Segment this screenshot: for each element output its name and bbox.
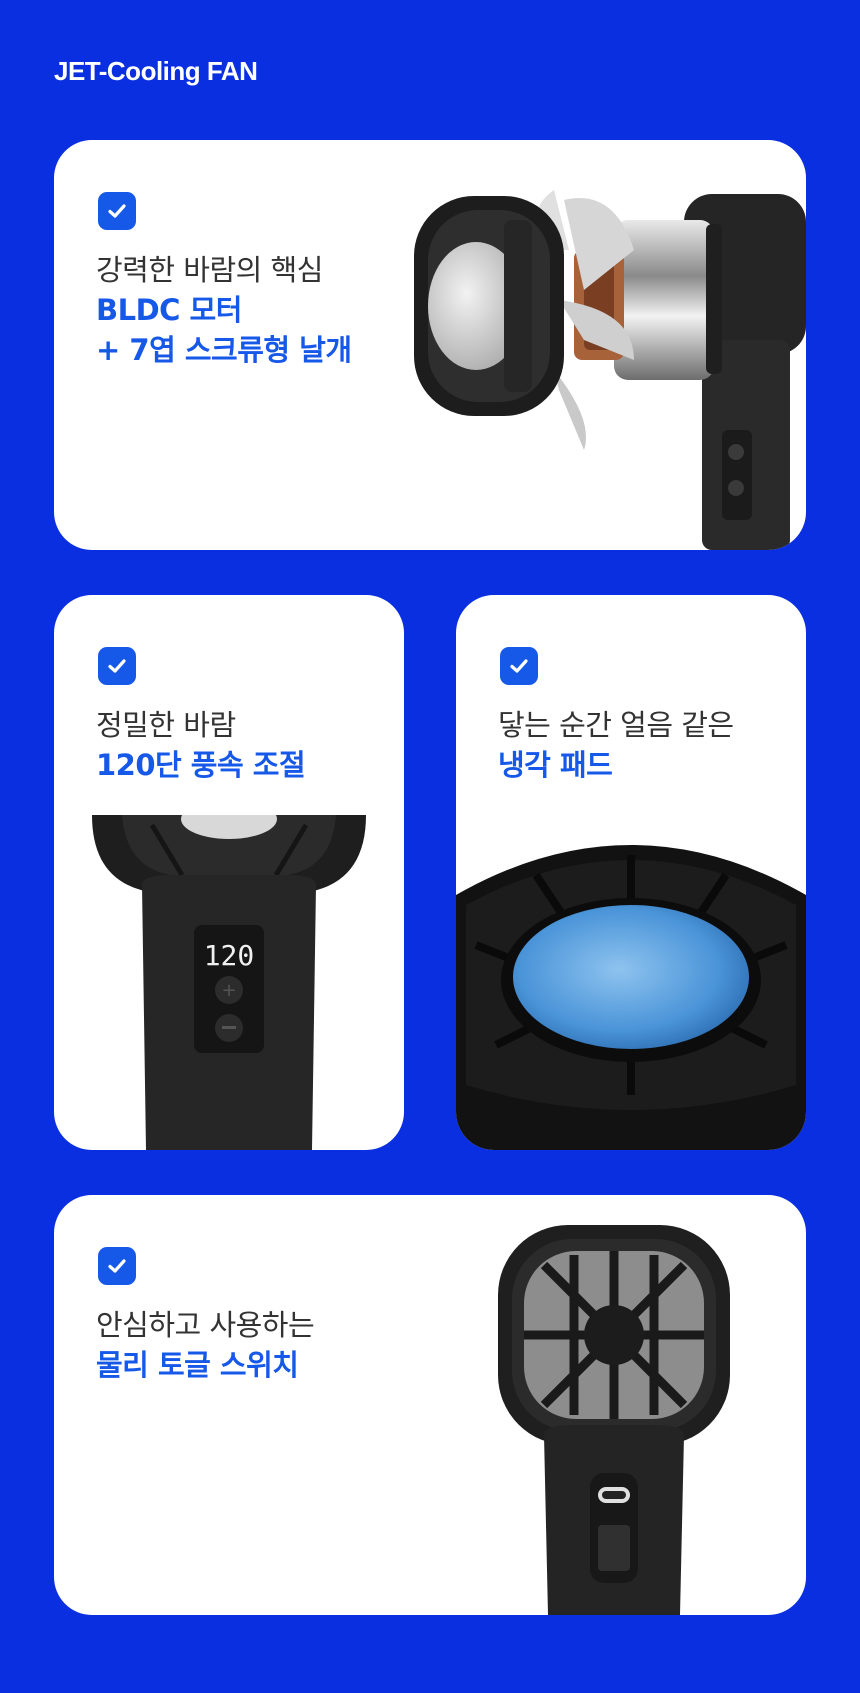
cooling-pad-illustration — [456, 845, 806, 1150]
motor-illustration — [414, 190, 806, 550]
check-icon — [98, 192, 136, 230]
card-highlight: 물리 토글 스위치 — [96, 1348, 299, 1382]
card-subtitle: 안심하고 사용하는 — [96, 1308, 315, 1342]
card-subtitle: 강력한 바람의 핵심 — [96, 253, 323, 287]
svg-text:+: + — [221, 980, 236, 1001]
check-icon — [98, 1247, 136, 1285]
speed-display: 120 — [204, 939, 255, 972]
fan-switch-illustration — [498, 1225, 730, 1615]
card-highlight: BLDC 모터 — [96, 293, 242, 327]
check-icon — [500, 647, 538, 685]
brand-title: JET-Cooling FAN — [54, 56, 258, 86]
feature-card-switch: 안심하고 사용하는 물리 토글 스위치 — [54, 1195, 806, 1615]
card-highlight: 120단 풍속 조절 — [96, 748, 306, 782]
card-subtitle: 정밀한 바람 — [96, 708, 236, 742]
feature-card-motor: 강력한 바람의 핵심 BLDC 모터 + 7엽 스크류형 날개 — [54, 140, 806, 550]
card-subtitle: 닿는 순간 얼음 같은 — [498, 708, 734, 742]
feature-card-speed: 정밀한 바람 120단 풍속 조절 120 + — [54, 595, 404, 1150]
feature-card-cooling: 닿는 순간 얼음 같은 냉각 패드 — [456, 595, 806, 1150]
check-icon — [98, 647, 136, 685]
fan-handle-illustration: 120 + — [92, 815, 366, 1150]
card-highlight: 냉각 패드 — [498, 748, 613, 782]
card-highlight-secondary: + 7엽 스크류형 날개 — [96, 333, 352, 367]
